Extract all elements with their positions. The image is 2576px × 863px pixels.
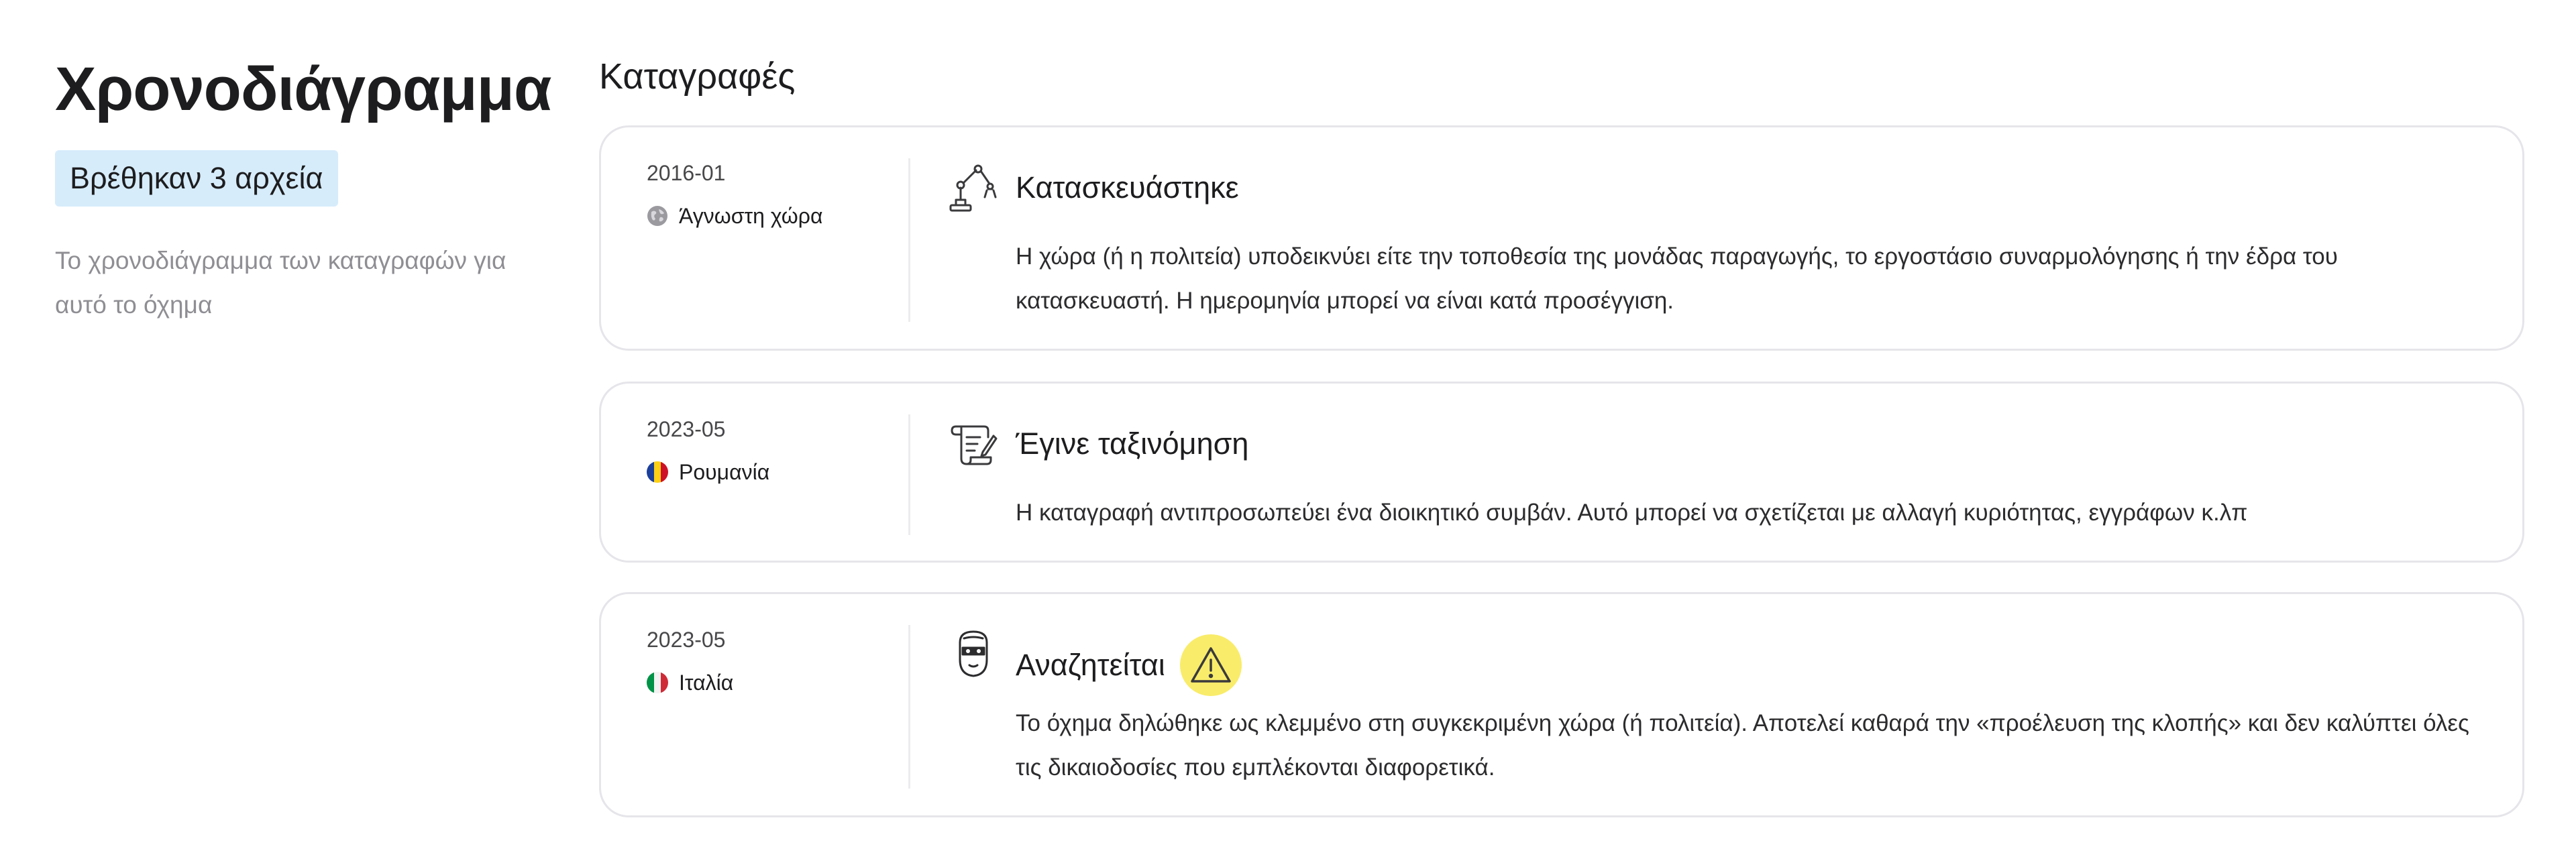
record-date: 2023-05 [647,417,726,441]
record-country-label: Ιταλία [679,671,734,695]
document-scroll-icon [947,417,1000,471]
record-description: Το όχημα δηλώθηκε ως κλεμμένο στη συγκεκ… [1016,710,2469,781]
record-country: Άγνωστη χώρα [647,201,888,231]
record-meta: 2023-05 Ιταλία [647,625,888,697]
sidebar: Χρονοδιάγραμμα Βρέθηκαν 3 αρχεία Το χρον… [55,52,552,327]
romania-flag-icon [647,461,668,483]
record-country-label: Άγνωστη χώρα [679,204,823,228]
timeline-page: Χρονοδιάγραμμα Βρέθηκαν 3 αρχεία Το χρον… [0,0,2576,863]
record-country-label: Ρουμανία [679,460,770,484]
record-title-text: Κατασκευάστηκε [1016,170,1239,205]
record-description: Η καταγραφή αντιπροσωπεύει ένα διοικητικ… [1016,500,2248,526]
record-card-registered: 2023-05 Ρουμανία Έγινε ταξινόμηση Η κατα… [599,382,2524,563]
warning-icon [1179,634,1242,696]
timeline-description: Το χρονοδιάγραμμα των καταγραφών για αυτ… [55,247,506,319]
record-card-manufactured: 2016-01 Άγνωστη χώρα Κατασκευάστηκε Η χώ… [599,125,2524,351]
record-date: 2016-01 [647,161,726,185]
page-title: Χρονοδιάγραμμα [55,55,552,123]
masked-thief-icon [947,628,1000,681]
record-meta: 2016-01 Άγνωστη χώρα [647,158,888,231]
section-title: Καταγραφές [599,56,796,97]
record-country: Ρουμανία [647,457,888,487]
italy-flag-icon [647,672,668,693]
record-title-text: Αναζητείται [1016,648,1165,682]
record-title: Έγινε ταξινόμηση [1016,424,1248,464]
record-title: Αναζητείται [1016,634,1242,696]
record-meta: 2023-05 Ρουμανία [647,414,888,487]
record-title: Κατασκευάστηκε [1016,168,1239,208]
record-divider [908,158,910,322]
records-count-badge: Βρέθηκαν 3 αρχεία [55,150,338,207]
record-card-wanted: 2023-05 Ιταλία Αναζητείται Το όχημα δηλώ… [599,592,2524,817]
record-divider [908,625,910,789]
record-divider [908,414,910,535]
record-title-text: Έγινε ταξινόμηση [1016,426,1249,461]
record-date: 2023-05 [647,628,726,652]
record-country: Ιταλία [647,668,888,697]
record-description: Η χώρα (ή η πολιτεία) υποδεικνύει είτε τ… [1016,243,2338,314]
globe-icon [647,205,668,227]
robot-arm-icon [947,161,1000,215]
